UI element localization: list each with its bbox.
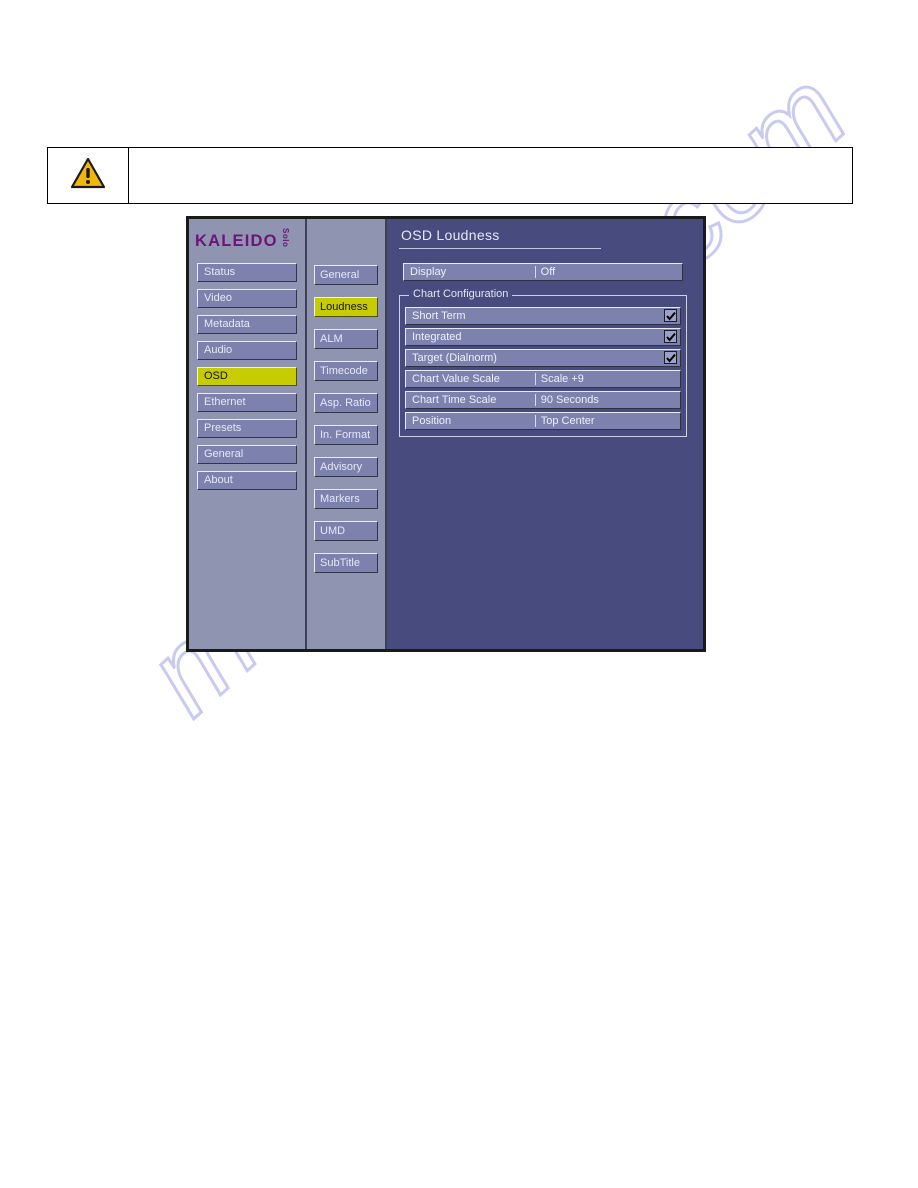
warning-icon-cell xyxy=(48,148,129,203)
content-pane: OSD Loudness Display Off Chart Configura… xyxy=(387,219,703,649)
subnav-item-asp-ratio[interactable]: Asp. Ratio xyxy=(314,393,378,413)
subnav-item-general[interactable]: General xyxy=(314,265,378,285)
sidebar-item-audio[interactable]: Audio xyxy=(197,341,297,360)
field-display-value: Off xyxy=(540,266,556,278)
warning-note-text xyxy=(129,148,852,203)
sidebar-item-osd[interactable]: OSD xyxy=(197,367,297,386)
secondary-navigation-column: General Loudness ALM Timecode Asp. Ratio… xyxy=(307,219,387,649)
subnav-item-umd[interactable]: UMD xyxy=(314,521,378,541)
chart-configuration-legend: Chart Configuration xyxy=(409,288,513,300)
check-icon xyxy=(665,332,676,342)
checkbox-integrated[interactable] xyxy=(664,330,677,343)
warning-note-box xyxy=(47,147,853,204)
sidebar-item-about[interactable]: About xyxy=(197,471,297,490)
sidebar-item-general[interactable]: General xyxy=(197,445,297,464)
check-icon xyxy=(665,353,676,363)
brand-logo-model: Solo xyxy=(281,228,290,248)
sidebar-item-ethernet[interactable]: Ethernet xyxy=(197,393,297,412)
sidebar-item-video[interactable]: Video xyxy=(197,289,297,308)
field-position-value: Top Center xyxy=(540,415,595,427)
field-target-dialnorm-label: Target (Dialnorm) xyxy=(412,352,497,364)
subnav-item-subtitle[interactable]: SubTitle xyxy=(314,553,378,573)
checkbox-short-term[interactable] xyxy=(664,309,677,322)
subnav-item-alm[interactable]: ALM xyxy=(314,329,378,349)
field-chart-value-scale[interactable]: Chart Value Scale Scale +9 xyxy=(405,370,681,388)
field-divider xyxy=(534,266,536,278)
field-short-term[interactable]: Short Term xyxy=(405,307,681,325)
sidebar-item-presets[interactable]: Presets xyxy=(197,419,297,438)
field-divider xyxy=(534,415,536,427)
brand-logo-name: KALEIDO xyxy=(195,231,278,250)
field-target-dialnorm[interactable]: Target (Dialnorm) xyxy=(405,349,681,367)
field-divider xyxy=(534,373,536,385)
brand-logo: KALEIDO Solo xyxy=(189,219,305,263)
field-integrated-label: Integrated xyxy=(412,331,462,343)
sidebar-item-metadata[interactable]: Metadata xyxy=(197,315,297,334)
field-divider xyxy=(534,394,536,406)
field-display-label: Display xyxy=(410,266,447,278)
subnav-item-timecode[interactable]: Timecode xyxy=(314,361,378,381)
field-chart-time-scale-value: 90 Seconds xyxy=(540,394,599,406)
primary-navigation-column: KALEIDO Solo Status Video Metadata Audio… xyxy=(189,219,307,649)
field-chart-time-scale[interactable]: Chart Time Scale 90 Seconds xyxy=(405,391,681,409)
field-chart-value-scale-label: Chart Value Scale xyxy=(412,373,500,385)
page-title-rule xyxy=(399,248,601,249)
field-integrated[interactable]: Integrated xyxy=(405,328,681,346)
field-position-label: Position xyxy=(412,415,452,427)
field-short-term-label: Short Term xyxy=(412,310,466,322)
sidebar-item-status[interactable]: Status xyxy=(197,263,297,282)
field-chart-value-scale-value: Scale +9 xyxy=(540,373,584,385)
subnav-item-markers[interactable]: Markers xyxy=(314,489,378,509)
checkbox-target-dialnorm[interactable] xyxy=(664,351,677,364)
subnav-item-in-format[interactable]: In. Format xyxy=(314,425,378,445)
kaleido-device-ui-panel: KALEIDO Solo Status Video Metadata Audio… xyxy=(186,216,706,652)
field-chart-time-scale-label: Chart Time Scale xyxy=(412,394,497,406)
check-icon xyxy=(665,311,676,321)
warning-triangle-icon xyxy=(70,157,106,194)
subnav-item-advisory[interactable]: Advisory xyxy=(314,457,378,477)
page-title: OSD Loudness xyxy=(401,227,500,243)
field-position[interactable]: Position Top Center xyxy=(405,412,681,430)
subnav-item-loudness[interactable]: Loudness xyxy=(314,297,378,317)
chart-configuration-group: Chart Configuration Short Term Integrate… xyxy=(399,288,687,437)
field-display[interactable]: Display Off xyxy=(403,263,683,281)
